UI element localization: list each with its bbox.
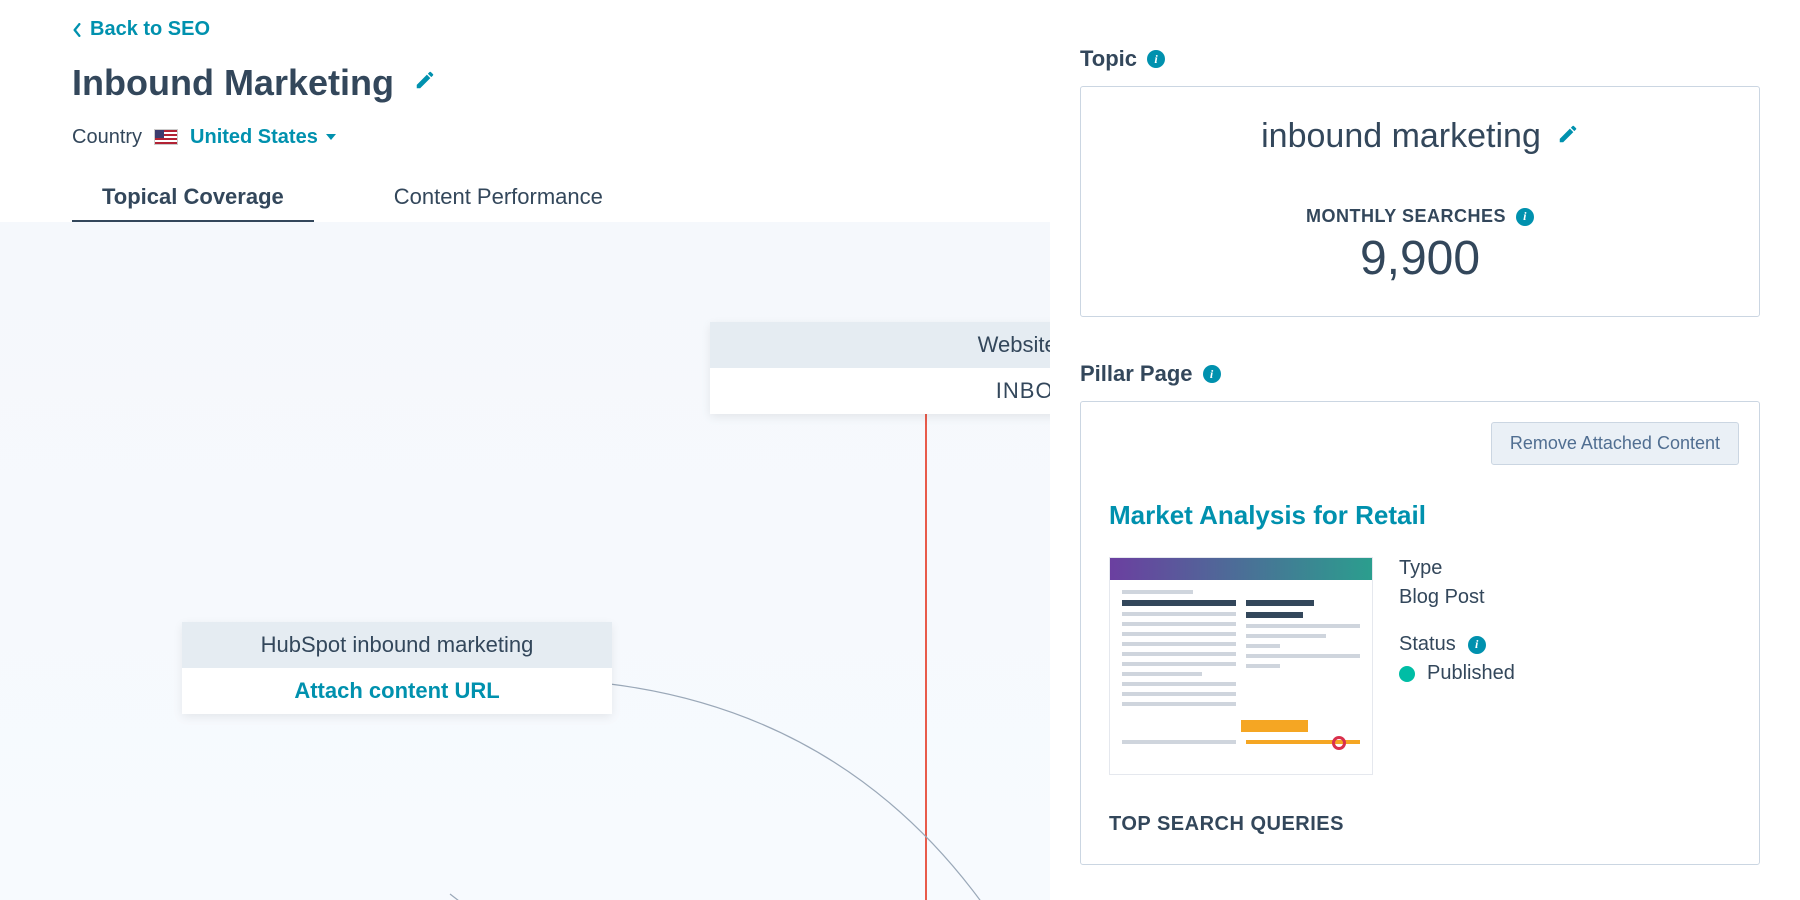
chevron-down-icon: [326, 134, 336, 140]
topic-heading-label: Topic: [1080, 46, 1137, 72]
pencil-icon: [1557, 123, 1579, 145]
country-selector-row: Country United States: [0, 104, 1050, 149]
topic-section: Topic i inbound marketing MONTHLY SEARCH…: [1080, 46, 1760, 317]
details-sidebar: Topic i inbound marketing MONTHLY SEARCH…: [1080, 0, 1800, 900]
topic-section-heading: Topic i: [1080, 46, 1760, 72]
tab-topical-coverage[interactable]: Topical Coverage: [72, 174, 314, 224]
monthly-searches-value: 9,900: [1109, 231, 1731, 286]
subtopic-node-title: HubSpot inbound marketing: [182, 622, 612, 668]
pillar-card: Remove Attached Content Market Analysis …: [1080, 401, 1760, 865]
back-to-seo-link[interactable]: Back to SEO: [0, 0, 210, 41]
status-value: Published: [1427, 662, 1515, 685]
info-icon[interactable]: i: [1468, 636, 1486, 654]
title-row: Inbound Marketing: [0, 42, 1050, 104]
status-label-row: Status i: [1399, 633, 1515, 656]
main-content: Back to SEO Inbound Marketing Country Un…: [0, 0, 1050, 900]
type-label: Type: [1399, 557, 1515, 580]
topic-name: inbound marketing: [1261, 117, 1541, 156]
status-label: Status: [1399, 633, 1456, 656]
chevron-left-icon: [72, 23, 82, 37]
content-meta: Type Blog Post Status i Published: [1399, 557, 1515, 685]
pillar-heading-label: Pillar Page: [1080, 361, 1193, 387]
country-label: Country: [72, 126, 142, 149]
pillar-content-title-link[interactable]: Market Analysis for Retail: [1109, 500, 1731, 531]
content-thumbnail[interactable]: [1109, 557, 1373, 775]
country-value: United States: [190, 126, 318, 149]
info-icon[interactable]: i: [1147, 50, 1165, 68]
remove-attached-content-button[interactable]: Remove Attached Content: [1491, 422, 1739, 465]
edit-title-button[interactable]: [414, 69, 436, 96]
type-value: Blog Post: [1399, 586, 1515, 609]
subtopic-node[interactable]: HubSpot inbound marketing Attach content…: [182, 622, 612, 714]
pillar-section-heading: Pillar Page i: [1080, 361, 1760, 387]
flag-us-icon: [154, 129, 178, 145]
monthly-searches-label: MONTHLY SEARCHES i: [1109, 206, 1731, 227]
center-node[interactable]: Website Traffic INBOUND: [710, 322, 1050, 414]
status-dot-icon: [1399, 666, 1415, 682]
center-node-body: INBOUND: [710, 368, 1050, 414]
attach-content-url-link[interactable]: Attach content URL: [182, 668, 612, 714]
tabs: Topical Coverage Content Performance: [0, 149, 1050, 225]
top-search-queries-heading: TOP SEARCH QUERIES: [1109, 813, 1731, 836]
back-link-label: Back to SEO: [90, 18, 210, 41]
graph-connector-line: [925, 402, 927, 900]
info-icon[interactable]: i: [1203, 365, 1221, 383]
tab-content-performance[interactable]: Content Performance: [364, 174, 633, 224]
info-icon[interactable]: i: [1516, 208, 1534, 226]
pillar-page-section: Pillar Page i Remove Attached Content Ma…: [1080, 361, 1760, 865]
pillar-body: Type Blog Post Status i Published: [1109, 557, 1731, 775]
status-value-row: Published: [1399, 662, 1515, 685]
page-title: Inbound Marketing: [72, 62, 394, 104]
country-dropdown[interactable]: United States: [190, 126, 336, 149]
topic-name-row: inbound marketing: [1109, 117, 1731, 156]
pencil-icon: [414, 69, 436, 91]
topic-card: inbound marketing MONTHLY SEARCHES i 9,9…: [1080, 86, 1760, 317]
center-node-title: Website Traffic: [710, 322, 1050, 368]
topic-cluster-graph[interactable]: Website Traffic INBOUND HubSpot inbound …: [0, 222, 1050, 900]
edit-topic-button[interactable]: [1557, 123, 1579, 150]
